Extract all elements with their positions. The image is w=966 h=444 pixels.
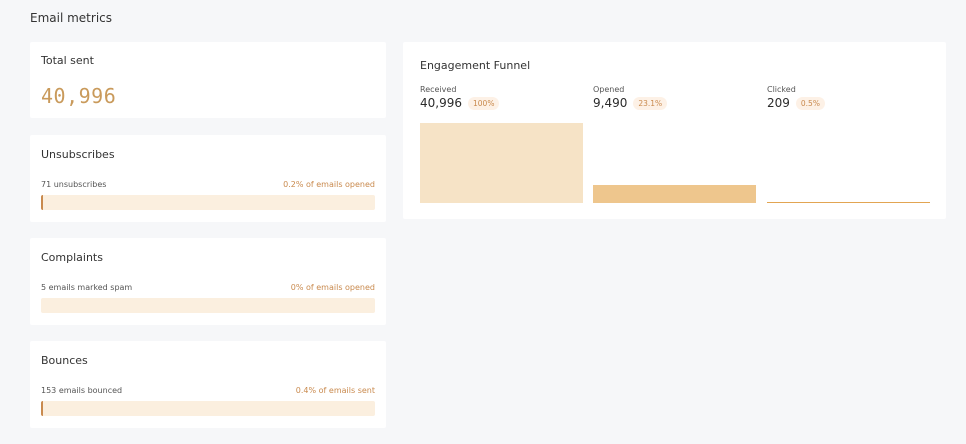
total-sent-title: Total sent (41, 54, 94, 67)
funnel-bar-clicked (767, 202, 930, 203)
unsubscribes-card: Unsubscribes 71 unsubscribes 0.2% of ema… (30, 135, 386, 222)
unsubscribes-ratio: 0.2% of emails opened (283, 180, 375, 189)
bounces-card: Bounces 153 emails bounced 0.4% of email… (30, 341, 386, 428)
total-sent-value: 40,996 (41, 84, 117, 108)
funnel-stage-value: 209 (767, 96, 790, 110)
complaints-bar (41, 298, 375, 313)
bounces-count: 153 emails bounced (41, 386, 123, 395)
engagement-funnel-card: Engagement Funnel Received 40,996 100% O… (403, 42, 946, 219)
funnel-title: Engagement Funnel (420, 59, 531, 72)
funnel-stage-label: Clicked (767, 85, 796, 94)
bounces-ratio: 0.4% of emails sent (295, 386, 375, 395)
funnel-stage-percent-badge: 0.5% (795, 96, 825, 110)
funnel-stage-opened: Opened 9,490 23.1% (593, 85, 757, 110)
funnel-bar-opened (593, 184, 756, 203)
complaints-card: Complaints 5 emails marked spam 0% of em… (30, 238, 386, 325)
unsubscribes-bar (41, 195, 375, 210)
bounces-title: Bounces (41, 354, 88, 367)
unsubscribes-count: 71 unsubscribes (41, 180, 107, 189)
unsubscribes-bar-fill (41, 195, 43, 210)
bounces-bar-fill (41, 401, 43, 416)
funnel-stage-label: Opened (593, 85, 625, 94)
complaints-title: Complaints (41, 251, 103, 264)
funnel-stage-value: 9,490 (593, 96, 628, 110)
unsubscribes-title: Unsubscribes (41, 148, 115, 161)
funnel-stage-label: Received (420, 85, 457, 94)
page-title: Email metrics (30, 11, 113, 25)
funnel-stage-percent-badge: 100% (468, 96, 500, 110)
funnel-stage-received: Received 40,996 100% (420, 85, 584, 110)
bounces-bar (41, 401, 375, 416)
funnel-stage-value: 40,996 (420, 96, 462, 110)
funnel-stage-clicked: Clicked 209 0.5% (767, 85, 931, 110)
funnel-bar-received (420, 123, 583, 203)
total-sent-card: Total sent 40,996 (30, 42, 386, 118)
complaints-ratio: 0% of emails opened (290, 283, 375, 292)
complaints-count: 5 emails marked spam (41, 283, 133, 292)
funnel-stage-percent-badge: 23.1% (633, 96, 668, 110)
